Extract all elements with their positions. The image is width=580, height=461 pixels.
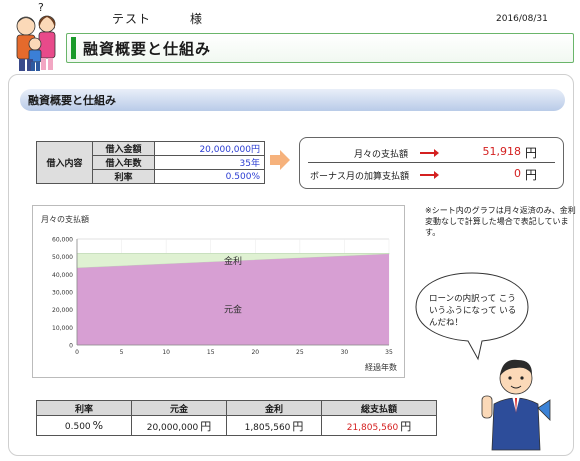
- table-row: 借入内容 借入金額 20,000,000円: [36, 141, 265, 184]
- payment-chart-svg: 月々の支払額 0 10,000 20,000 30,000 40,000 50,000 60,…: [41, 214, 397, 372]
- red-arrow-icon: [420, 149, 439, 157]
- summary-total-cell: 21,805,560 円: [321, 415, 437, 436]
- loan-years-label: 借入年数: [92, 155, 155, 170]
- x-axis-label: 経過年数: [365, 362, 397, 372]
- section-title: 融資概要と仕組み: [28, 94, 116, 107]
- chart-note: ※シート内のグラフは月々返済のみ、金利変動なしで計算した場合で表記しています。: [425, 206, 576, 237]
- summary-principal-unit: 円: [200, 419, 212, 433]
- x-tick-label: 10: [162, 349, 170, 356]
- summary-interest-value: 1,805,560: [244, 422, 291, 433]
- summary-header-interest: 金利: [226, 400, 322, 416]
- x-tick-label: 30: [341, 349, 349, 356]
- summary-rate-cell: 0.500%: [36, 415, 132, 436]
- summary-interest-unit: 円: [292, 419, 304, 433]
- x-tick-label: 20: [251, 349, 259, 356]
- summary-header-rate: 利率: [36, 400, 132, 416]
- loan-amount-label: 借入金額: [92, 141, 155, 156]
- monthly-payment-label: 月々の支払額: [354, 150, 409, 160]
- summary-principal-cell: 20,000,000 円: [131, 415, 227, 436]
- loan-years-value[interactable]: 35年: [154, 155, 265, 170]
- bonus-payment-unit: 円: [524, 168, 537, 182]
- payment-result-box: 月々の支払額 51,918 円 ボーナス月の加算支払額 0 円: [299, 137, 564, 189]
- series-label-principal: 元金: [224, 304, 242, 316]
- x-tick-label: 25: [296, 349, 304, 356]
- monthly-payment-row: 月々の支払額 51,918 円: [354, 144, 555, 162]
- bonus-payment-row: ボーナス月の加算支払額 0 円: [310, 166, 555, 184]
- family-illustration-icon: ?: [16, 1, 56, 71]
- bonus-payment-label: ボーナス月の加算支払額: [310, 172, 410, 182]
- principal-area: [77, 254, 389, 345]
- y-tick-label: 0: [69, 343, 73, 350]
- date-label: 2016/08/31: [496, 14, 548, 24]
- loan-years-number: 35: [239, 159, 251, 169]
- svg-text:?: ?: [38, 1, 44, 14]
- loan-details-table: 借入内容 借入金額 20,000,000円 借入年数 35年 利率 0.500%: [36, 141, 265, 184]
- x-tick-label: 5: [120, 349, 124, 356]
- loan-years-unit: 年: [250, 159, 260, 169]
- summary-table: 利率 元金 金利 総支払額 0.500% 20,000,000 円 1,805,5…: [36, 400, 437, 436]
- x-tick-label: 35: [385, 349, 393, 356]
- summary-interest-cell: 1,805,560 円: [226, 415, 322, 436]
- summary-total-unit: 円: [400, 419, 412, 433]
- summary-principal-value: 20,000,000: [146, 422, 199, 433]
- summary-rate-unit: %: [92, 419, 104, 432]
- bonus-payment-value: 0: [514, 167, 521, 180]
- result-divider: [308, 162, 555, 163]
- monthly-payment-value: 51,918: [482, 145, 522, 158]
- table-row: 0.500% 20,000,000 円 1,805,560 円 21,805,560…: [36, 415, 437, 436]
- interest-rate-value[interactable]: 0.500%: [154, 169, 265, 184]
- y-tick-label: 50,000: [52, 254, 73, 261]
- interest-rate-number: 0.500: [225, 171, 252, 182]
- summary-rate-value: 0.500: [64, 422, 91, 432]
- businessman-illustration-icon: [481, 359, 551, 451]
- y-tick-label: 40,000: [52, 272, 73, 279]
- red-arrow-icon: [420, 171, 439, 179]
- loan-row-header: 借入内容: [36, 141, 93, 184]
- x-tick-label: 0: [75, 349, 79, 356]
- series-label-interest: 金利: [224, 255, 242, 267]
- y-tick-label: 60,000: [52, 237, 73, 244]
- interest-rate-unit: %: [251, 171, 260, 182]
- customer-name: テスト: [112, 12, 152, 26]
- header-accent: [71, 37, 76, 59]
- monthly-payment-unit: 円: [524, 146, 537, 160]
- page-header: 融資概要と仕組み: [66, 33, 574, 63]
- summary-header-total: 総支払額: [321, 400, 437, 416]
- loan-amount-unit: 円: [250, 145, 260, 155]
- chart-title: 月々の支払額: [41, 214, 89, 224]
- y-tick-label: 30,000: [52, 290, 73, 297]
- table-header-row: 利率 元金 金利 総支払額: [36, 400, 437, 416]
- honorific-label: 様: [190, 12, 203, 26]
- summary-header-principal: 元金: [131, 400, 227, 416]
- section-header: 融資概要と仕組み: [20, 89, 565, 111]
- loan-amount-value[interactable]: 20,000,000円: [154, 141, 265, 156]
- summary-total-value: 21,805,560: [346, 422, 399, 433]
- speech-bubble-text: ローンの内訳って こういうふうになって いるんだね！: [429, 294, 517, 328]
- y-tick-label: 20,000: [52, 307, 73, 314]
- x-tick-label: 15: [207, 349, 215, 356]
- interest-rate-label: 利率: [92, 169, 155, 184]
- page-title: 融資概要と仕組み: [83, 40, 212, 58]
- y-tick-label: 10,000: [52, 325, 73, 332]
- payment-chart: 月々の支払額 0 10,000 20,000 30,000 40,000 50,000 60,…: [32, 205, 405, 378]
- loan-amount-number: 20,000,000: [199, 145, 251, 155]
